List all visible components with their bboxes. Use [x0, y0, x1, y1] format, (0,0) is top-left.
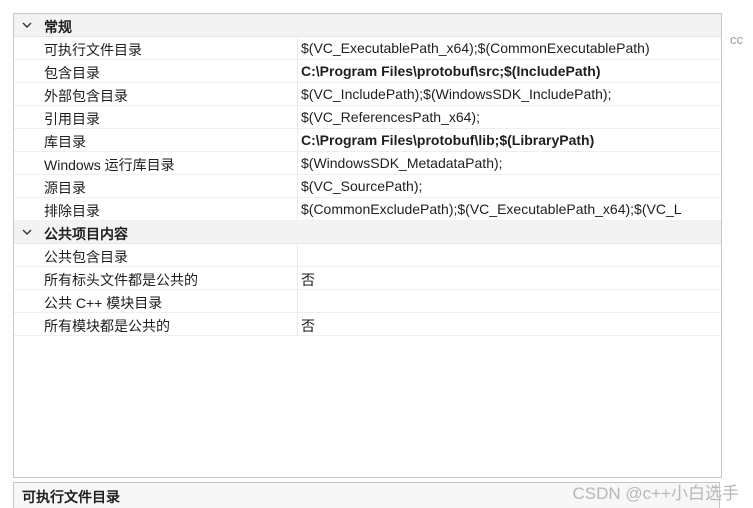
property-name: 所有模块都是公共的 [44, 318, 170, 334]
property-row-all-headers-public[interactable]: 所有标头文件都是公共的 否 [14, 267, 721, 290]
property-row-windows-runtime-dirs[interactable]: Windows 运行库目录 $(WindowsSDK_MetadataPath)… [14, 152, 721, 175]
column-divider [297, 175, 298, 197]
property-value[interactable]: $(WindowsSDK_MetadataPath); [301, 155, 721, 171]
property-row-library-dirs[interactable]: 库目录 C:\Program Files\protobuf\lib;$(Libr… [14, 129, 721, 152]
property-name: 公共包含目录 [44, 249, 128, 265]
property-value[interactable]: C:\Program Files\protobuf\src;$(IncludeP… [301, 63, 721, 79]
property-name: Windows 运行库目录 [44, 157, 175, 173]
category-general[interactable]: 常规 [14, 14, 721, 37]
property-row-public-cpp-module-dirs[interactable]: 公共 C++ 模块目录 [14, 290, 721, 313]
property-name: 外部包含目录 [44, 88, 128, 104]
property-row-executable-dirs[interactable]: 可执行文件目录 $(VC_ExecutablePath_x64);$(Commo… [14, 37, 721, 60]
property-row-source-dirs[interactable]: 源目录 $(VC_SourcePath); [14, 175, 721, 198]
property-row-public-include-dirs[interactable]: 公共包含目录 [14, 244, 721, 267]
chevron-down-icon[interactable] [20, 18, 34, 32]
property-name: 排除目录 [44, 203, 100, 219]
property-value[interactable]: 否 [301, 316, 721, 336]
property-name: 可执行文件目录 [44, 42, 142, 58]
property-name: 包含目录 [44, 65, 100, 81]
property-name: 所有标头文件都是公共的 [44, 272, 198, 288]
property-value[interactable]: C:\Program Files\protobuf\lib;$(LibraryP… [301, 132, 721, 148]
watermark: CSDN @c++小白选手 [572, 484, 739, 503]
property-name: 源目录 [44, 180, 86, 196]
column-divider [297, 313, 298, 335]
category-public-project-content[interactable]: 公共项目内容 [14, 221, 721, 244]
column-divider [297, 244, 298, 266]
property-value[interactable]: 否 [301, 270, 721, 290]
property-name: 引用目录 [44, 111, 100, 127]
column-divider [297, 37, 298, 59]
description-title: 可执行文件目录 [22, 489, 120, 505]
property-name: 公共 C++ 模块目录 [44, 295, 163, 311]
column-divider [297, 267, 298, 289]
category-label: 公共项目内容 [44, 226, 128, 242]
property-grid: 常规 可执行文件目录 $(VC_ExecutablePath_x64);$(Co… [13, 13, 722, 478]
clipped-text: cc [730, 32, 743, 47]
column-divider [297, 129, 298, 151]
column-divider [297, 83, 298, 105]
property-value[interactable]: $(VC_SourcePath); [301, 178, 721, 194]
column-divider [297, 152, 298, 174]
column-divider [297, 198, 298, 220]
property-row-reference-dirs[interactable]: 引用目录 $(VC_ReferencesPath_x64); [14, 106, 721, 129]
property-row-all-modules-public[interactable]: 所有模块都是公共的 否 [14, 313, 721, 336]
property-value[interactable]: $(VC_ExecutablePath_x64);$(CommonExecuta… [301, 40, 721, 56]
category-label: 常规 [44, 19, 72, 35]
property-row-external-include-dirs[interactable]: 外部包含目录 $(VC_IncludePath);$(WindowsSDK_In… [14, 83, 721, 106]
column-divider [297, 106, 298, 128]
column-divider [297, 60, 298, 82]
property-name: 库目录 [44, 134, 86, 150]
property-value[interactable]: $(VC_ReferencesPath_x64); [301, 109, 721, 125]
property-row-exclude-dirs[interactable]: 排除目录 $(CommonExcludePath);$(VC_Executabl… [14, 198, 721, 221]
chevron-down-icon[interactable] [20, 225, 34, 239]
property-value[interactable]: $(VC_IncludePath);$(WindowsSDK_IncludePa… [301, 86, 721, 102]
column-divider [297, 290, 298, 312]
property-row-include-dirs[interactable]: 包含目录 C:\Program Files\protobuf\src;$(Inc… [14, 60, 721, 83]
property-value[interactable]: $(CommonExcludePath);$(VC_ExecutablePath… [301, 201, 721, 217]
